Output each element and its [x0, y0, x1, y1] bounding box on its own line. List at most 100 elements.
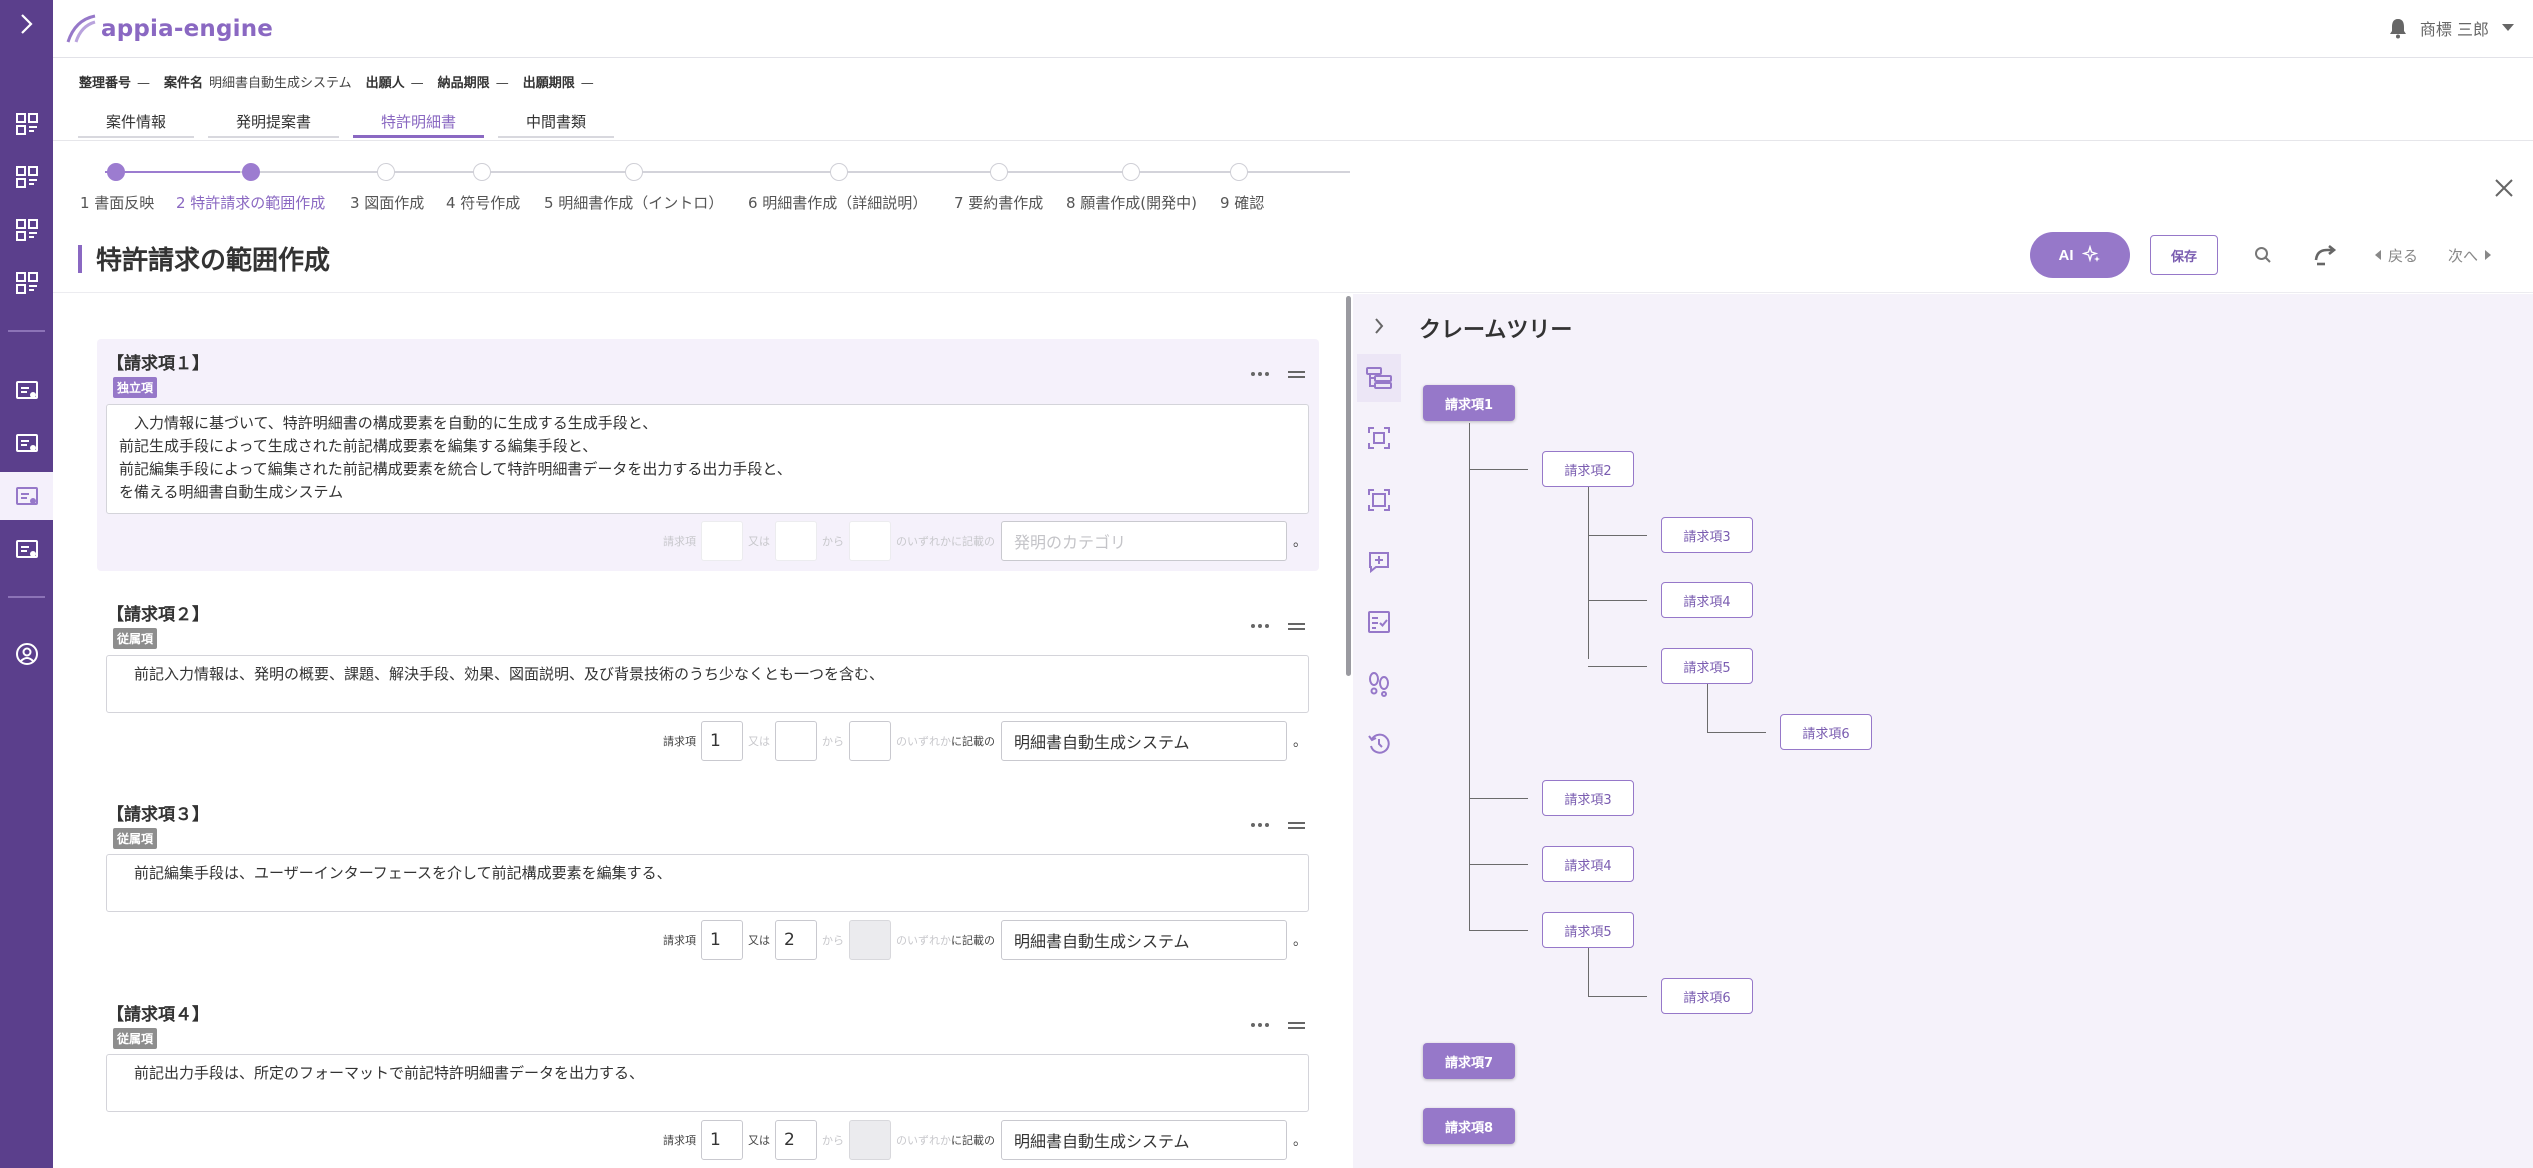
step-dot[interactable] [990, 163, 1008, 181]
tool-frame-expand[interactable] [1357, 476, 1401, 524]
sidebar-item-dashboard-4[interactable] [0, 259, 53, 307]
next-button[interactable]: 次へ [2448, 245, 2492, 266]
step-dot[interactable] [377, 163, 395, 181]
claim-heading: 【請求項４】 [107, 1005, 209, 1025]
ref-claim-or-input[interactable] [775, 521, 817, 561]
step-dot[interactable] [242, 163, 260, 181]
tree-node[interactable]: 請求項6 [1780, 714, 1872, 750]
ref-claim-start-input[interactable] [701, 521, 743, 561]
step-label[interactable]: 5 明細書作成（イントロ） [544, 192, 723, 213]
tool-history[interactable] [1357, 720, 1401, 768]
tool-footprints[interactable] [1357, 660, 1401, 708]
frame-expand-icon [1368, 489, 1390, 511]
step-label[interactable]: 6 明細書作成（詳細説明） [748, 192, 927, 213]
claim-text-editor[interactable]: 前記入力情報は、発明の概要、課題、解決手段、効果、図面説明、及び背景技術のうち少… [106, 655, 1309, 713]
ref-claim-start-input[interactable]: 1 [701, 1120, 743, 1160]
redo-button[interactable] [2310, 240, 2340, 270]
claim-more-menu[interactable] [1251, 823, 1269, 827]
tree-node[interactable]: 請求項4 [1661, 582, 1753, 618]
tab-patent-specification[interactable]: 特許明細書 [353, 108, 485, 138]
tool-checklist[interactable] [1357, 598, 1401, 646]
claim-more-menu[interactable] [1251, 624, 1269, 628]
tree-node[interactable]: 請求項3 [1542, 780, 1634, 816]
tree-node[interactable]: 請求項4 [1542, 846, 1634, 882]
claim-text-editor[interactable]: 前記編集手段は、ユーザーインターフェースを介して前記構成要素を編集する、 [106, 854, 1309, 912]
tool-claim-tree[interactable] [1357, 354, 1401, 402]
step-label-active[interactable]: 2 特許請求の範囲作成 [176, 192, 325, 213]
ref-claim-start-input[interactable]: 1 [701, 920, 743, 960]
sidebar-item-folder-3-active[interactable] [0, 472, 53, 520]
ref-claim-or-input[interactable]: 2 [775, 920, 817, 960]
tree-connector [1469, 798, 1528, 799]
claims-scrollbar[interactable] [1346, 296, 1351, 676]
tree-node[interactable]: 請求項3 [1661, 517, 1753, 553]
ref-claim-or-input[interactable] [775, 721, 817, 761]
drag-handle-icon[interactable] [1288, 822, 1305, 829]
step-dot[interactable] [625, 163, 643, 181]
tree-node[interactable]: 請求項5 [1661, 648, 1753, 684]
step-dot[interactable] [830, 163, 848, 181]
save-button[interactable]: 保存 [2150, 235, 2218, 275]
sidebar-item-dashboard-3[interactable] [0, 206, 53, 254]
ref-claim-end-input[interactable] [849, 721, 891, 761]
step-dot[interactable] [1230, 163, 1248, 181]
tree-connector [1588, 996, 1647, 997]
tree-node-root[interactable]: 請求項1 [1423, 385, 1515, 421]
tab-invention-proposal[interactable]: 発明提案書 [208, 108, 340, 138]
tree-node-root[interactable]: 請求項8 [1423, 1108, 1515, 1144]
sidebar-item-folder-2[interactable] [0, 419, 53, 467]
collapse-panel-button[interactable] [1357, 302, 1401, 350]
claim-text-editor[interactable]: 入力情報に基づいて、特許明細書の構成要素を自動的に生成する生成手段と、 前記生成… [106, 404, 1309, 514]
category-input[interactable]: 明細書自動生成システム [1001, 1120, 1287, 1160]
tool-add-comment[interactable] [1357, 538, 1401, 586]
tree-node[interactable]: 請求項5 [1542, 912, 1634, 948]
step-label[interactable]: 9 確認 [1220, 192, 1264, 213]
step-label[interactable]: 3 図面作成 [350, 192, 424, 213]
tree-node-root[interactable]: 請求項7 [1423, 1043, 1515, 1079]
bell-icon[interactable] [2388, 17, 2408, 39]
tab-intermediate-documents[interactable]: 中間書類 [498, 108, 615, 138]
tab-case-info[interactable]: 案件情報 [78, 108, 195, 138]
claim-text-editor[interactable]: 前記出力手段は、所定のフォーマットで前記特許明細書データを出力する、 [106, 1054, 1309, 1112]
tree-node[interactable]: 請求項2 [1542, 451, 1634, 487]
sidebar-item-dashboard-2[interactable] [0, 153, 53, 201]
caret-down-icon[interactable] [2501, 23, 2515, 33]
ref-claim-end-input[interactable] [849, 521, 891, 561]
step-label[interactable]: 8 願書作成(開発中) [1066, 192, 1197, 213]
category-input[interactable]: 発明のカテゴリ [1001, 521, 1287, 561]
category-input[interactable]: 明細書自動生成システム [1001, 920, 1287, 960]
app-logo[interactable]: appia-engine [65, 12, 273, 46]
close-icon [2495, 179, 2513, 197]
step-dot[interactable] [473, 163, 491, 181]
sidebar-item-dashboard-1[interactable] [0, 100, 53, 148]
claim-heading: 【請求項１】 [107, 354, 209, 374]
ref-claim-end-input[interactable] [849, 920, 891, 960]
ai-button[interactable]: AI [2030, 232, 2130, 278]
ref-claim-or-input[interactable]: 2 [775, 1120, 817, 1160]
sidebar-item-folder-1[interactable] [0, 366, 53, 414]
step-dot[interactable] [1122, 163, 1140, 181]
claim-type-badge: 独立項 [113, 377, 158, 398]
ref-claim-start-input[interactable]: 1 [701, 721, 743, 761]
drag-handle-icon[interactable] [1288, 371, 1305, 378]
category-input[interactable]: 明細書自動生成システム [1001, 721, 1287, 761]
sidebar-expand-button[interactable] [0, 0, 53, 48]
step-label[interactable]: 7 要約書作成 [954, 192, 1043, 213]
close-button[interactable] [2492, 176, 2516, 200]
claim-more-menu[interactable] [1251, 372, 1269, 376]
back-button[interactable]: 戻る [2374, 245, 2418, 266]
claim-more-menu[interactable] [1251, 1023, 1269, 1027]
drag-handle-icon[interactable] [1288, 623, 1305, 630]
user-name[interactable]: 商標 三郎 [2420, 16, 2489, 40]
tree-node[interactable]: 請求項6 [1661, 978, 1753, 1014]
ref-claim-end-input[interactable] [849, 1120, 891, 1160]
page-title-area: 特許請求の範囲作成 [78, 240, 330, 277]
sidebar-item-account[interactable] [0, 630, 53, 678]
step-dot[interactable] [107, 163, 125, 181]
search-button[interactable] [2248, 240, 2278, 270]
tool-frame-select[interactable] [1357, 414, 1401, 462]
sidebar-item-folder-4[interactable] [0, 525, 53, 573]
drag-handle-icon[interactable] [1288, 1022, 1305, 1029]
step-label[interactable]: 4 符号作成 [446, 192, 520, 213]
step-label[interactable]: 1 書面反映 [80, 192, 154, 213]
